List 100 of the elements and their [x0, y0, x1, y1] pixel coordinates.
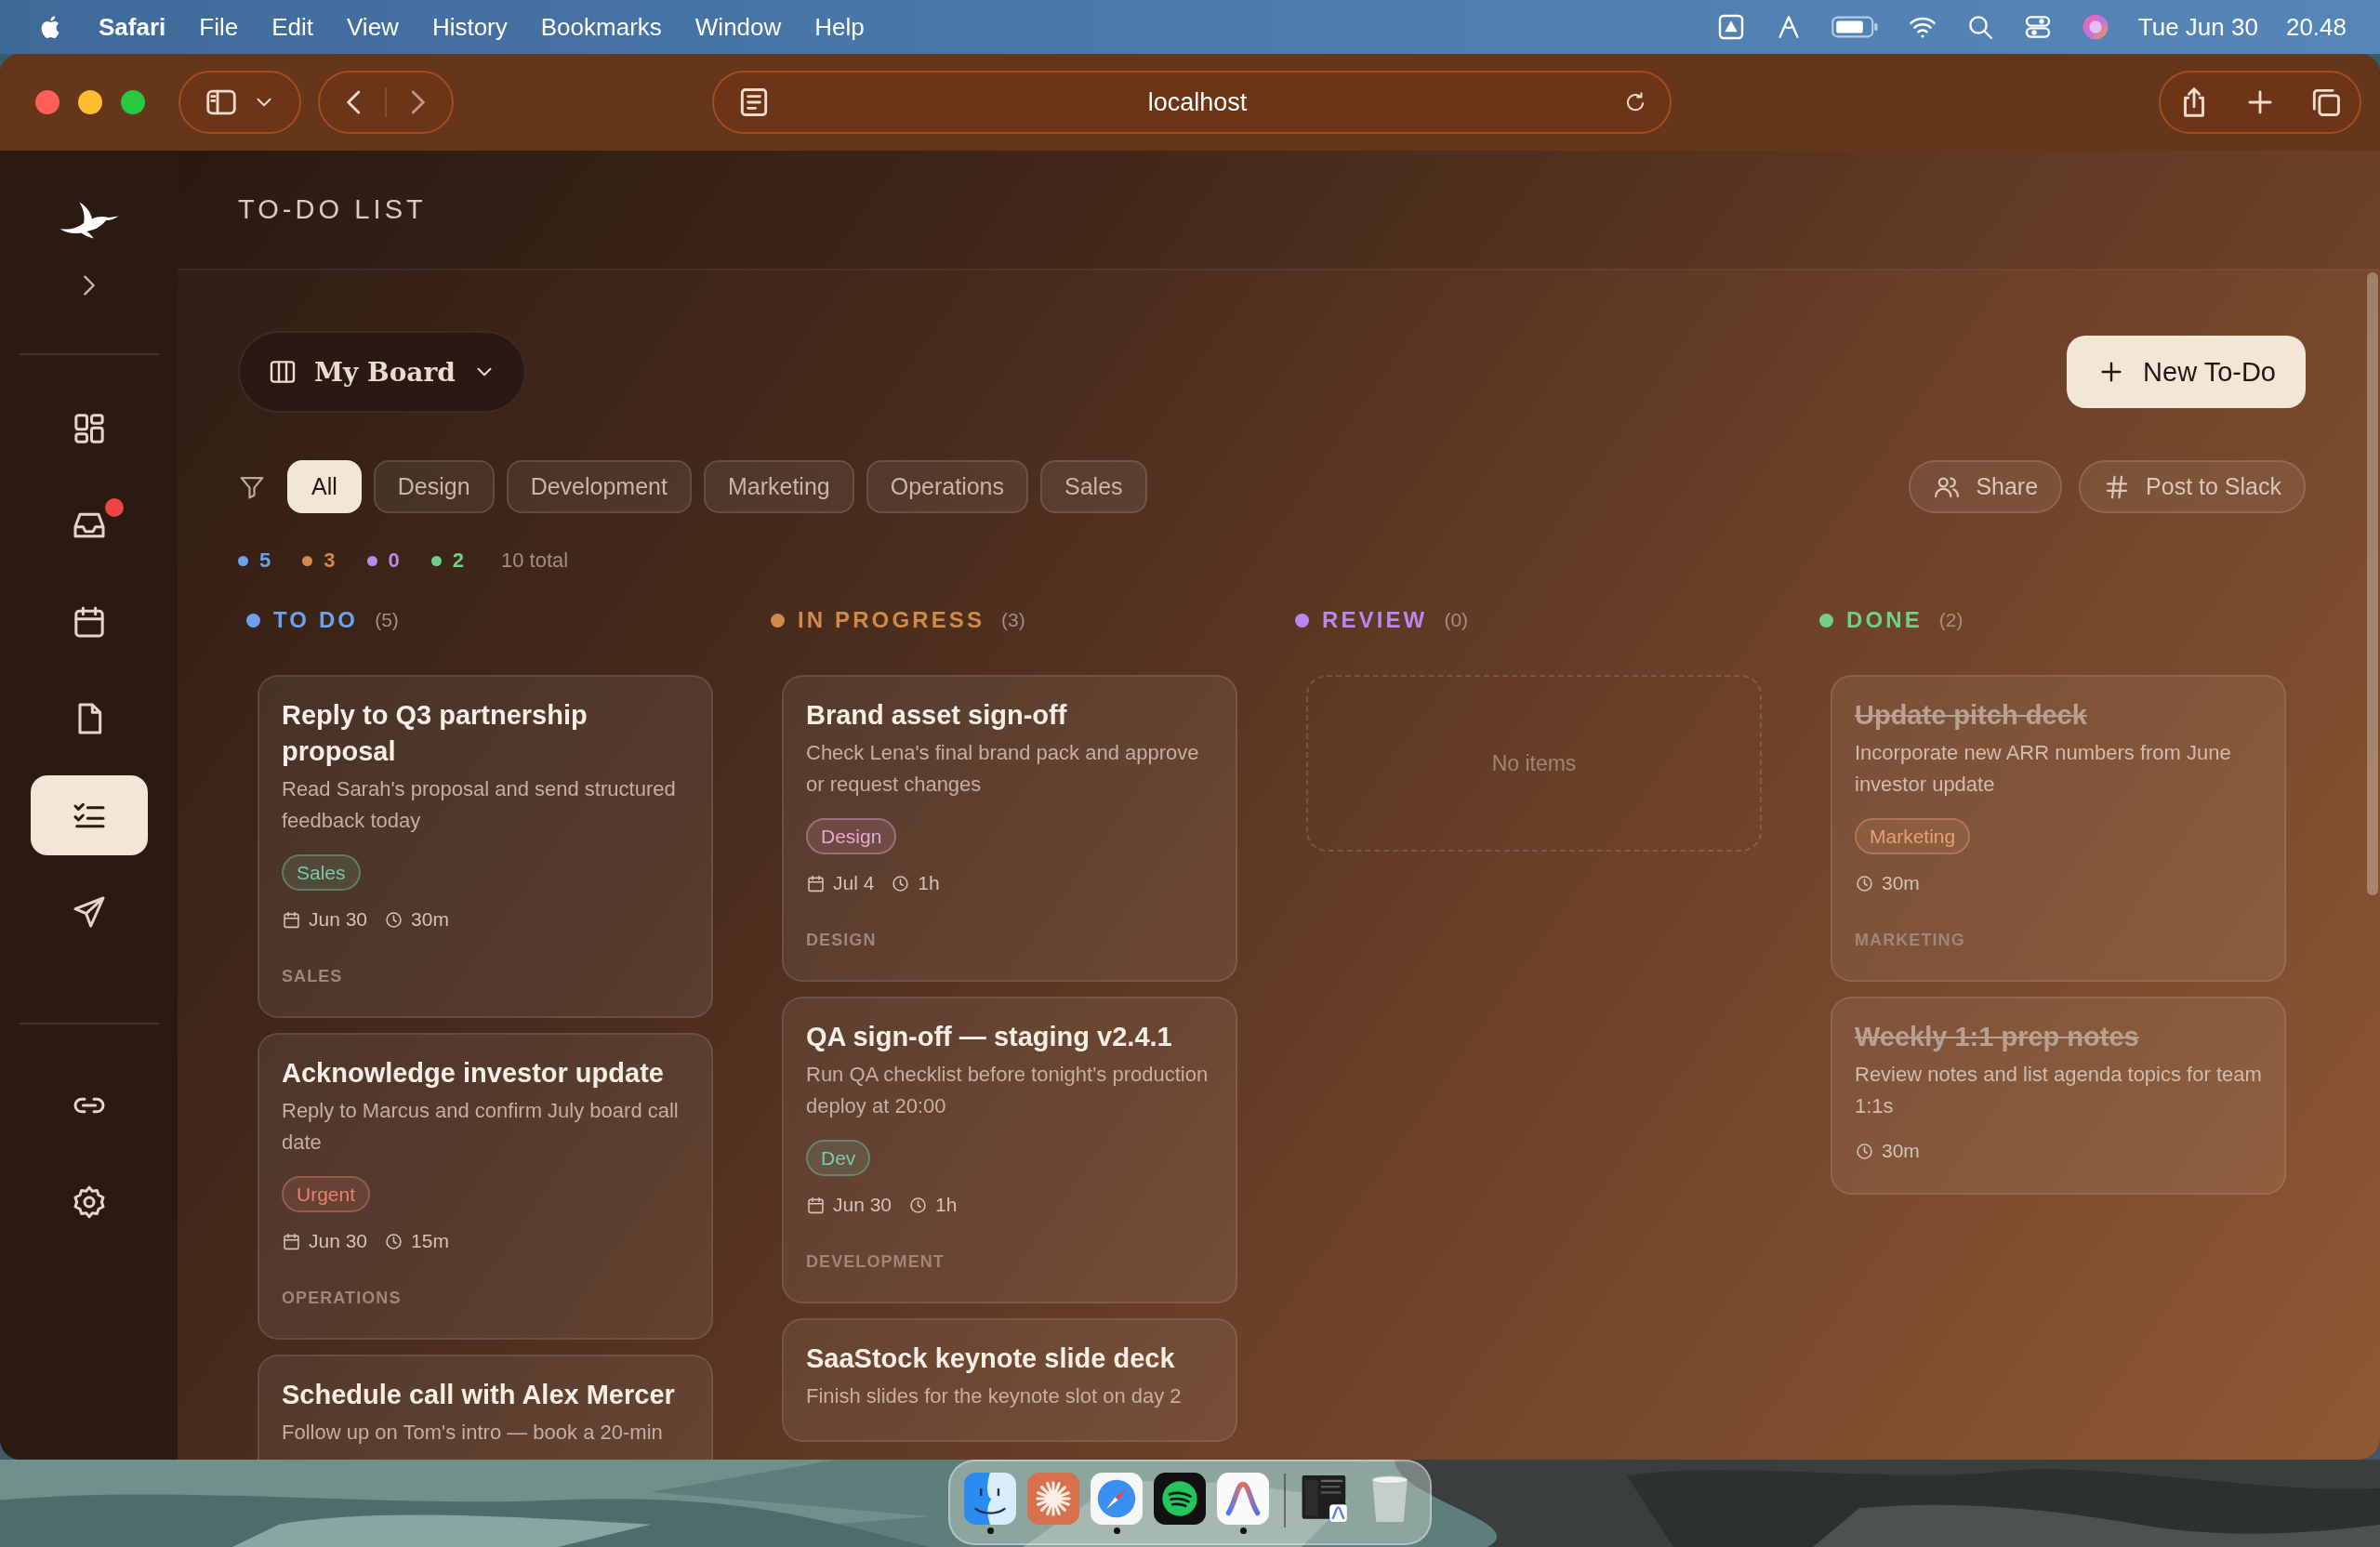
status-count: 3 — [324, 549, 336, 573]
card-title: SaaStock keynote slide deck — [806, 1342, 1175, 1375]
column-count: (0) — [1444, 609, 1469, 631]
card-title: Reply to Q3 partnership proposal — [282, 699, 588, 768]
menu-item[interactable]: History — [431, 12, 508, 42]
scrollbar[interactable] — [2367, 272, 2378, 895]
clock-icon — [1855, 873, 1874, 893]
new-todo-button[interactable]: New To-Do — [2067, 336, 2306, 408]
page-title: TO-DO LIST — [238, 194, 427, 225]
status-count: 0 — [388, 549, 400, 573]
calendar-icon — [806, 1195, 826, 1215]
task-card[interactable]: QA sign-off — staging v2.4.1 Run QA checklist before tonight's production deploy at 20:00 Dev Jun 30 1h DEVELOPMENT — [782, 997, 1237, 1303]
category-label: OPERATIONS — [282, 1288, 402, 1309]
column-title: REVIEW — [1322, 607, 1428, 633]
category-label: MARKETING — [1855, 930, 1965, 951]
menu-item[interactable]: File — [199, 12, 239, 42]
duration: 30m — [411, 908, 449, 931]
filter-chip[interactable]: Marketing — [703, 460, 854, 513]
clock-icon — [384, 1231, 404, 1251]
close-button[interactable] — [35, 90, 60, 114]
empty-text: No items — [1491, 750, 1577, 776]
status-count: 5 — [259, 549, 271, 573]
menu-bar-time[interactable]: 20.48 — [2285, 12, 2347, 42]
filter-chip[interactable]: All — [287, 460, 362, 513]
card-title: Acknowledge investor update — [282, 1057, 664, 1090]
column-title: TO DO — [273, 607, 359, 633]
filter-chip[interactable]: Operations — [866, 460, 1028, 513]
address-bar[interactable]: localhost — [712, 71, 1672, 134]
menu-item[interactable]: View — [347, 12, 399, 42]
card-description: Incorporate new ARR numbers from June investor update — [1855, 740, 2232, 798]
filter-chip[interactable]: Design — [373, 460, 495, 513]
task-card[interactable]: Reply to Q3 partnership proposal Read Sarah's proposal and send structured feedback today Sales Jun 30 30m SALES — [258, 675, 713, 1018]
due-date: Jul 4 — [833, 872, 875, 894]
clock-icon — [1855, 1141, 1874, 1161]
column-title: DONE — [1846, 607, 1923, 633]
clock-icon — [891, 873, 911, 893]
tag: Design — [806, 818, 897, 854]
card-description: Review notes and list agenda topics for team 1:1s — [1855, 1062, 2263, 1119]
calendar-icon — [282, 1231, 301, 1251]
task-card[interactable]: Update pitch deck Incorporate new ARR numbers from June investor update Marketing 30m MARKETING — [1831, 675, 2286, 982]
calendar-icon — [806, 873, 826, 893]
menu-item[interactable]: Bookmarks — [540, 12, 662, 42]
card-title: QA sign-off — staging v2.4.1 — [806, 1021, 1172, 1053]
smiling-face-icon[interactable] — [964, 1473, 1016, 1525]
duration: 30m — [1882, 1140, 1920, 1162]
zoom-button[interactable] — [121, 90, 145, 114]
tag: Urgent — [282, 1176, 371, 1212]
menu-item[interactable]: Window — [694, 12, 782, 42]
column-count: (3) — [1001, 609, 1025, 631]
due-date: Jun 30 — [309, 1230, 368, 1252]
clock-icon — [908, 1195, 929, 1215]
post-to-slack-button[interactable]: Post to Slack — [2079, 460, 2306, 513]
clock-icon — [384, 909, 404, 930]
menu-item[interactable]: Edit — [271, 12, 313, 42]
duration: 15m — [411, 1230, 449, 1252]
card-description: Follow up on Tom's intro — book a 20-min — [282, 1420, 663, 1446]
minimize-button[interactable] — [78, 90, 102, 114]
tag: Dev — [806, 1140, 871, 1176]
battery-icon[interactable] — [1831, 15, 1880, 39]
category-label: DEVELOPMENT — [806, 1251, 945, 1273]
task-card[interactable]: Acknowledge investor update Reply to Marcus and confirm July board call date Urgent Jun 30 15m OPERATIONS — [258, 1033, 713, 1340]
calendar-icon — [282, 909, 301, 930]
sidebar-item[interactable] — [30, 775, 148, 855]
share-button[interactable]: Share — [1909, 460, 2063, 513]
filter-chip[interactable]: Sales — [1040, 460, 1147, 513]
menu-item[interactable]: Help — [814, 12, 865, 42]
task-card[interactable]: Weekly 1:1 prep notes Review notes and list agenda topics for team 1:1s 30m — [1831, 997, 2286, 1195]
status-count: 2 — [452, 549, 464, 573]
column-count: (2) — [1938, 609, 1964, 631]
tag: Sales — [282, 854, 361, 891]
card-description: Finish slides for the keynote slot on day 2 — [806, 1383, 1182, 1409]
due-date: Jun 30 — [833, 1194, 892, 1216]
starburst-icon[interactable] — [1027, 1473, 1079, 1525]
task-card[interactable]: SaaStock keynote slide deck Finish slides for the keynote slot on day 2 — [782, 1318, 1237, 1442]
tag: Marketing — [1855, 818, 1971, 854]
board-selector[interactable]: My Board — [238, 331, 526, 413]
task-card[interactable]: Brand asset sign-off Check Lena's final brand pack and approve or request changes Design Jul 4 1h DESIGN — [782, 675, 1237, 982]
category-label: SALES — [282, 966, 343, 987]
compass-icon[interactable] — [1091, 1473, 1143, 1525]
duration: 1h — [935, 1194, 958, 1216]
card-description: Read Sarah's proposal and send structured feedback today — [282, 776, 677, 834]
url-text: localhost — [1147, 87, 1248, 117]
duration: 1h — [918, 872, 940, 894]
menu-bar-date[interactable]: Tue Jun 30 — [2137, 12, 2258, 42]
filter-chip[interactable]: Development — [506, 460, 692, 513]
arch-icon[interactable] — [1217, 1473, 1269, 1525]
card-title: Schedule call with Alex Mercer — [282, 1379, 675, 1411]
column-count: (5) — [375, 609, 399, 631]
category-label: DESIGN — [806, 930, 877, 951]
app-menu[interactable]: Safari — [99, 12, 166, 42]
sound-waves-icon[interactable] — [1154, 1473, 1206, 1525]
card-description: Run QA checklist before tonight's production deploy at 20:00 — [806, 1062, 1210, 1119]
card-title: Weekly 1:1 prep notes — [1855, 1021, 2139, 1053]
total-count: 10 total — [501, 549, 569, 573]
duration: 30m — [1882, 872, 1920, 894]
card-title: Update pitch deck — [1855, 699, 2087, 732]
card-description: Check Lena's final brand pack and approve or request changes — [806, 740, 1200, 798]
due-date: Jun 30 — [309, 908, 368, 931]
chevron-right-icon — [83, 275, 95, 296]
card-title: Brand asset sign-off — [806, 699, 1067, 732]
